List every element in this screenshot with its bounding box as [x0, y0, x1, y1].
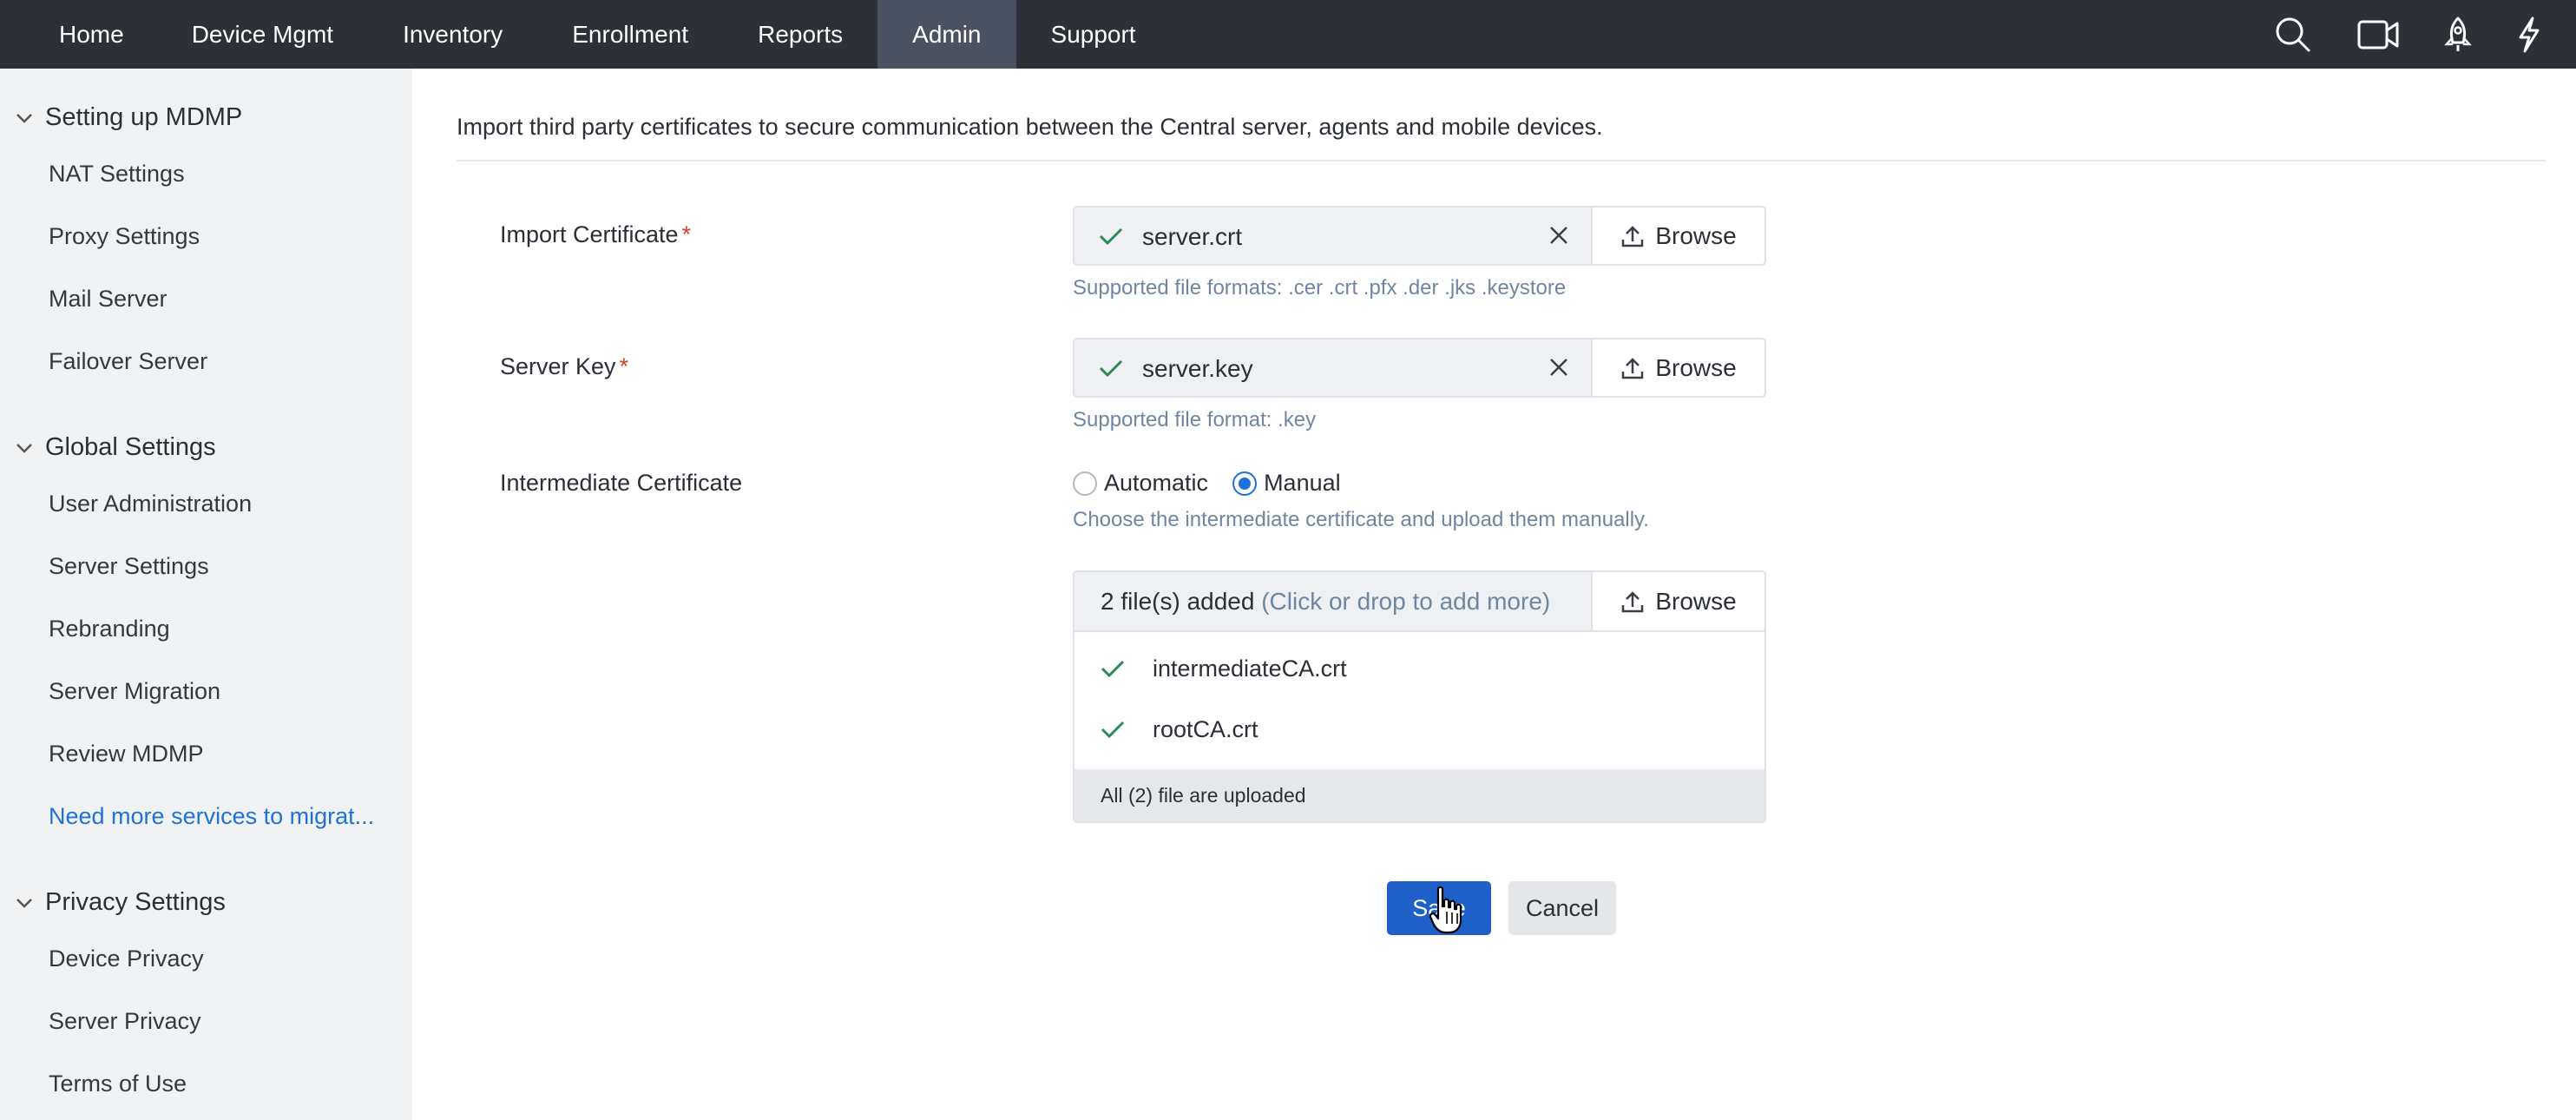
browse-label: Browse [1655, 587, 1737, 615]
import-certificate-hint: Supported file formats: .cer .crt .pfx .… [1073, 276, 1567, 300]
sidebar-item-nat-settings[interactable]: NAT Settings [49, 161, 185, 188]
upload-icon [1622, 590, 1644, 612]
nav-tab-admin[interactable]: Admin [877, 0, 1016, 69]
radio-automatic-label[interactable]: Automatic [1104, 470, 1208, 497]
sidebar-group-title: Setting up MDMP [45, 103, 243, 131]
upload-status-bar: All (2) file are uploaded [1074, 769, 1764, 821]
radio-manual-label[interactable]: Manual [1264, 470, 1341, 497]
divider [457, 160, 2546, 161]
server-key-filename: server.key [1142, 355, 1253, 382]
upload-icon [1622, 357, 1644, 379]
server-key-label: Server Key * [500, 353, 628, 380]
page-description: Import third party certificates to secur… [457, 114, 1603, 140]
check-icon [1099, 227, 1123, 246]
sidebar-item-mail-server[interactable]: Mail Server [49, 286, 168, 313]
browse-label: Browse [1655, 353, 1737, 381]
nav-tab-inventory[interactable]: Inventory [368, 0, 537, 69]
top-navigation-bar: Home Device Mgmt Inventory Enrollment Re… [0, 0, 2576, 69]
nav-tab-device-mgmt[interactable]: Device Mgmt [157, 0, 368, 69]
nav-tab-reports[interactable]: Reports [723, 0, 877, 69]
intermediate-dropzone[interactable]: 2 file(s) added (Click or drop to add mo… [1074, 572, 1764, 632]
sidebar-group-title: Privacy Settings [45, 888, 226, 916]
sidebar-item-terms-of-use[interactable]: Terms of Use [49, 1071, 187, 1097]
import-certificate-file-field[interactable]: server.crt Browse [1073, 206, 1766, 266]
intermediate-certificate-mode: Automatic Manual [1073, 470, 1341, 497]
search-icon[interactable] [2274, 16, 2312, 54]
flash-icon[interactable] [2517, 16, 2541, 53]
import-certificate-browse-button[interactable]: Browse [1591, 208, 1764, 264]
uploaded-file-row: rootCA.crt [1074, 704, 1764, 756]
close-icon[interactable] [1548, 357, 1569, 378]
browse-label: Browse [1655, 221, 1737, 249]
sidebar-item-device-privacy[interactable]: Device Privacy [49, 945, 204, 972]
check-icon [1101, 721, 1125, 739]
main-nav: Home Device Mgmt Inventory Enrollment Re… [0, 0, 1171, 69]
sidebar-item-proxy-settings[interactable]: Proxy Settings [49, 223, 200, 250]
sidebar-item-review-mdmp[interactable]: Review MDMP [49, 741, 204, 768]
radio-automatic[interactable] [1073, 471, 1097, 496]
cancel-button[interactable]: Cancel [1508, 881, 1616, 935]
nav-tab-support[interactable]: Support [1016, 0, 1171, 69]
uploaded-filename: intermediateCA.crt [1153, 656, 1347, 682]
sidebar-item-server-privacy[interactable]: Server Privacy [49, 1008, 201, 1035]
nav-tab-enrollment[interactable]: Enrollment [537, 0, 723, 69]
chevron-down-icon [16, 898, 32, 908]
uploaded-file-row: intermediateCA.crt [1074, 643, 1764, 695]
server-key-file-field[interactable]: server.key Browse [1073, 338, 1766, 398]
chevron-down-icon [16, 443, 32, 453]
intermediate-hint: Choose the intermediate certificate and … [1073, 508, 1649, 531]
check-icon [1099, 359, 1123, 378]
settings-sidebar: Setting up MDMP NAT Settings Proxy Setti… [0, 69, 412, 1120]
top-right-icons [2274, 0, 2541, 69]
close-icon[interactable] [1548, 225, 1569, 246]
sidebar-item-server-settings[interactable]: Server Settings [49, 553, 209, 580]
required-mark: * [681, 221, 692, 247]
sidebar-group-setting-up-mdmp[interactable]: Setting up MDMP [16, 103, 242, 132]
radio-manual[interactable] [1232, 471, 1258, 496]
sidebar-item-server-migration[interactable]: Server Migration [49, 678, 220, 705]
intermediate-browse-button[interactable]: Browse [1591, 572, 1764, 630]
files-added-count: 2 file(s) added [1101, 588, 1255, 615]
chevron-down-icon [16, 113, 32, 123]
import-certificate-filename: server.crt [1142, 223, 1243, 250]
check-icon [1101, 660, 1125, 678]
nav-tab-home[interactable]: Home [0, 0, 157, 69]
uploaded-filename: rootCA.crt [1153, 716, 1258, 742]
hand-cursor-icon [1429, 886, 1462, 934]
sidebar-group-global-settings[interactable]: Global Settings [16, 433, 216, 462]
sidebar-link-more-services[interactable]: Need more services to migrat... [49, 803, 374, 830]
server-key-label-text: Server Key [500, 353, 616, 379]
intermediate-upload-box: 2 file(s) added (Click or drop to add mo… [1073, 570, 1766, 823]
sidebar-item-user-administration[interactable]: User Administration [49, 491, 252, 517]
sidebar-group-privacy-settings[interactable]: Privacy Settings [16, 888, 226, 917]
sidebar-group-title: Global Settings [45, 433, 216, 461]
import-certificate-label: Import Certificate * [500, 221, 691, 248]
server-key-hint: Supported file format: .key [1073, 408, 1317, 432]
rocket-icon[interactable] [2444, 16, 2472, 53]
sidebar-item-failover-server[interactable]: Failover Server [49, 348, 207, 375]
intermediate-certificate-label: Intermediate Certificate [500, 470, 743, 496]
add-more-hint: (Click or drop to add more) [1261, 588, 1551, 615]
required-mark: * [619, 353, 629, 379]
upload-status-text: All (2) file are uploaded [1101, 784, 1306, 807]
video-icon[interactable] [2357, 18, 2399, 51]
sidebar-item-rebranding[interactable]: Rebranding [49, 616, 170, 642]
upload-icon [1622, 225, 1644, 247]
import-certificate-label-text: Import Certificate [500, 221, 679, 247]
dropzone-text: 2 file(s) added (Click or drop to add mo… [1101, 588, 1550, 616]
server-key-browse-button[interactable]: Browse [1591, 339, 1764, 396]
